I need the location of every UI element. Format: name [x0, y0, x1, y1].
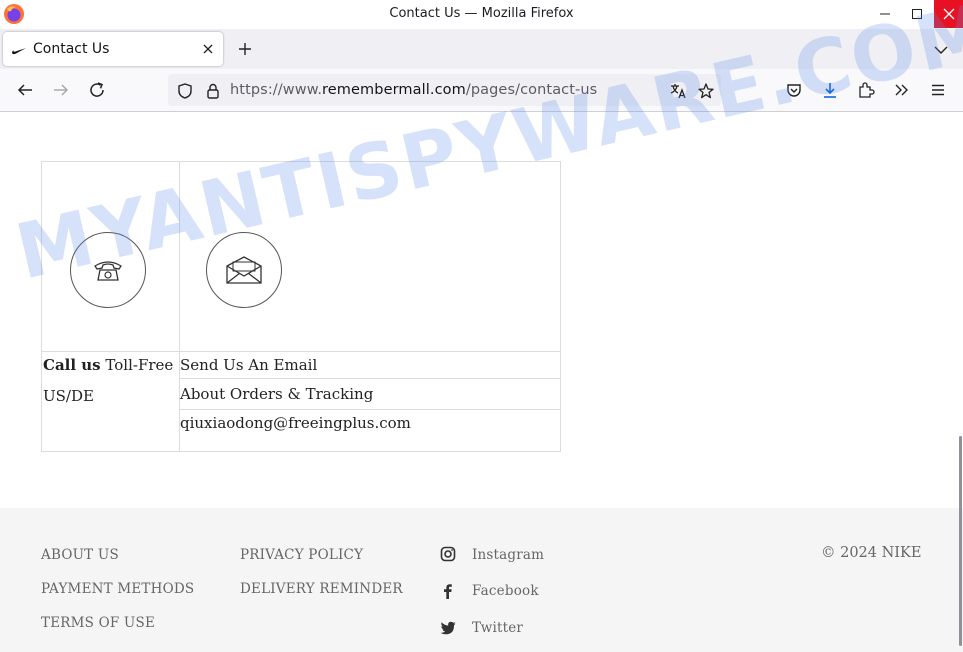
site-footer: ABOUT US PAYMENT METHODS TERMS OF USE PR…	[0, 508, 963, 652]
back-arrow-icon[interactable]	[16, 81, 34, 99]
maximize-button[interactable]	[902, 0, 932, 28]
extensions-icon[interactable]	[857, 81, 875, 99]
contact-email[interactable]: qiuxiaodong@freeingplus.com	[180, 414, 411, 432]
copyright-text: © 2024 NIKE	[821, 545, 922, 561]
envelope-icon	[226, 256, 262, 284]
tab-strip: Contact Us	[0, 29, 963, 69]
download-icon[interactable]	[821, 81, 839, 99]
region-text: US/DE	[43, 387, 94, 405]
orders-tracking-text: About Orders & Tracking	[180, 385, 374, 403]
close-window-button[interactable]	[934, 0, 963, 28]
url-path: /pages/contact-us	[465, 82, 598, 98]
send-email-heading: Send Us An Email	[180, 356, 318, 374]
tab-close-icon[interactable]	[200, 41, 216, 57]
bookmark-star-icon[interactable]	[697, 82, 715, 100]
call-us-text: Call us Toll-Free	[43, 356, 173, 374]
url-text[interactable]: https://www.remembermall.com/pages/conta…	[230, 82, 597, 98]
hamburger-menu-icon[interactable]	[929, 81, 947, 99]
call-us-bold: Call us	[43, 356, 101, 374]
overflow-chevrons-icon[interactable]	[893, 81, 911, 99]
footer-link-facebook[interactable]: Facebook	[472, 583, 539, 599]
nike-swoosh-icon	[12, 48, 26, 55]
footer-link-instagram[interactable]: Instagram	[472, 547, 544, 563]
tab-contact-us[interactable]: Contact Us	[3, 32, 223, 66]
footer-link-twitter[interactable]: Twitter	[472, 620, 523, 636]
table-row-divider	[42, 351, 179, 352]
contact-table: Call us Toll-Free US/DE Send Us An Email…	[41, 161, 561, 452]
twitter-icon[interactable]	[440, 620, 456, 636]
email-circle	[206, 232, 282, 308]
close-icon	[943, 8, 954, 20]
table-row-divider	[179, 378, 560, 379]
phone-circle	[70, 232, 146, 308]
page-scrollbar[interactable]	[959, 436, 962, 646]
footer-link-about-us[interactable]: ABOUT US	[41, 547, 119, 563]
lock-icon[interactable]	[204, 82, 222, 100]
facebook-icon[interactable]	[440, 583, 456, 599]
new-tab-icon[interactable]	[236, 40, 254, 58]
navigation-bar: https://www.remembermall.com/pages/conta…	[0, 69, 963, 112]
table-column-divider	[179, 162, 180, 451]
tab-label: Contact Us	[33, 41, 110, 57]
toll-free-text: Toll-Free	[100, 356, 174, 374]
translate-icon[interactable]	[669, 82, 687, 100]
window-title: Contact Us — Mozilla Firefox	[389, 6, 574, 21]
pocket-icon[interactable]	[785, 81, 803, 99]
footer-link-payment-methods[interactable]: PAYMENT METHODS	[41, 581, 194, 597]
footer-link-privacy-policy[interactable]: PRIVACY POLICY	[240, 547, 363, 563]
url-prefix: https://www.	[230, 82, 323, 98]
chevron-down-icon[interactable]	[932, 41, 950, 59]
reload-icon[interactable]	[88, 81, 106, 99]
address-bar[interactable]: https://www.remembermall.com/pages/conta…	[168, 74, 721, 106]
url-domain: remembermall.com	[322, 82, 466, 98]
shield-icon[interactable]	[176, 82, 194, 100]
telephone-icon	[94, 261, 122, 281]
footer-link-delivery-reminder[interactable]: DELIVERY REMINDER	[240, 581, 403, 597]
maximize-icon	[912, 9, 922, 19]
minimize-icon	[880, 13, 890, 15]
window-titlebar: Contact Us — Mozilla Firefox	[0, 0, 963, 29]
table-row-divider	[179, 409, 560, 410]
instagram-icon[interactable]	[440, 546, 456, 562]
table-row-divider	[179, 351, 560, 352]
minimize-button[interactable]	[870, 0, 900, 28]
footer-link-terms-of-use[interactable]: TERMS OF USE	[41, 615, 155, 631]
forward-arrow-icon[interactable]	[52, 81, 70, 99]
